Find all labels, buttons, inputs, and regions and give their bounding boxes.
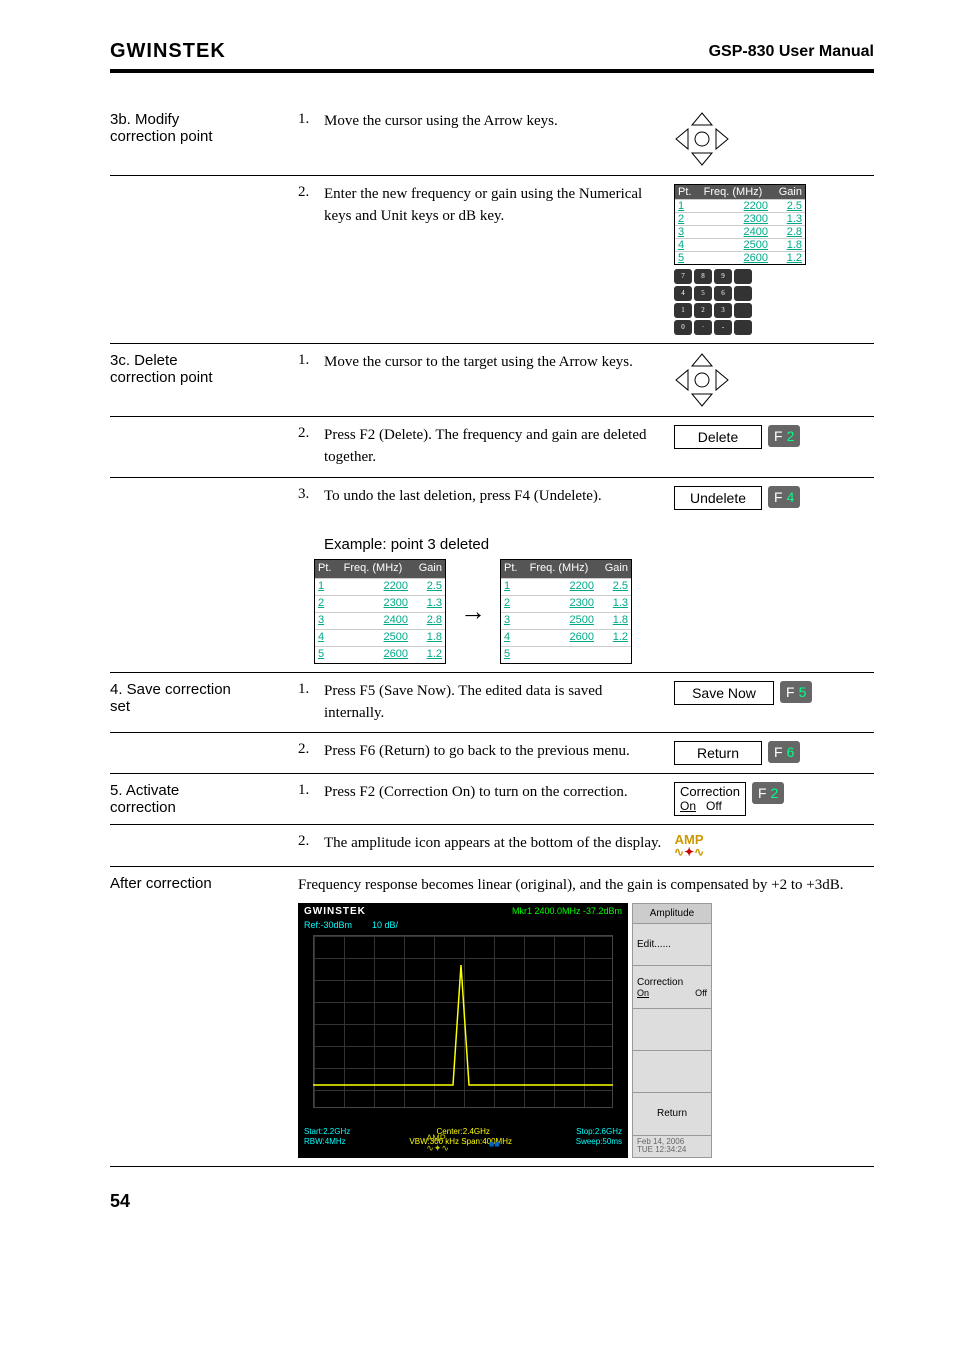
- step-number: 2.: [298, 425, 324, 442]
- scope-side-menu: Amplitude Edit...... Correction OnOff Re…: [632, 903, 712, 1158]
- brand-logo: GWINSTEK: [110, 40, 226, 63]
- scope-div: 10 dB/: [372, 920, 398, 930]
- step-number: 2.: [298, 184, 324, 201]
- menu-return[interactable]: Return: [633, 1093, 711, 1135]
- arrow-keys-icon: [674, 352, 730, 408]
- step-text: Press F2 (Delete). The frequency and gai…: [324, 425, 674, 469]
- scope-brand: GWINSTEK: [304, 906, 366, 917]
- menu-blank: [633, 1009, 711, 1051]
- sec-5-step1: 5. Activate correction 1. Press F2 (Corr…: [110, 774, 874, 825]
- sec-3c-step2: 2. Press F2 (Delete). The frequency and …: [110, 417, 874, 478]
- sec-5-heading: 5. Activate correction: [110, 782, 298, 816]
- menu-amplitude[interactable]: Amplitude: [633, 904, 711, 924]
- menu-edit[interactable]: Edit......: [633, 924, 711, 966]
- f2-key[interactable]: F2: [752, 782, 784, 804]
- sec-4-step2: 2. Press F6 (Return) to go back to the p…: [110, 733, 874, 774]
- menu-blank: [633, 1051, 711, 1093]
- col-freq: Freq. (MHz): [698, 186, 768, 198]
- step-number: 3.: [298, 486, 324, 503]
- sec-5-step2: 2. The amplitude icon appears at the bot…: [110, 825, 874, 867]
- f4-key[interactable]: F4: [768, 486, 800, 508]
- step-number: 2.: [298, 833, 324, 850]
- sec-3c-step1: 3c. Delete correction point 1. Move the …: [110, 344, 874, 417]
- step-text: Move the cursor using the Arrow keys.: [324, 111, 674, 133]
- col-pt: Pt.: [678, 186, 698, 198]
- before-table: Pt.Freq. (MHz)Gain 122002.5 223001.3 324…: [314, 559, 446, 664]
- scope-screenshot: GWINSTEK Mkr1 2400.0MHz -37.2dBm Ref:-30…: [298, 903, 874, 1158]
- step-number: 1.: [298, 681, 324, 698]
- correction-softkey[interactable]: Correction On Off: [674, 782, 746, 815]
- step-text: Move the cursor to the target using the …: [324, 352, 674, 374]
- f2-key[interactable]: F2: [768, 425, 800, 447]
- scope-ref: Ref:-30dBm: [304, 920, 352, 930]
- scope-time: TUE 12:34:24: [637, 1146, 707, 1155]
- col-gain: Gain: [768, 186, 802, 198]
- delete-softkey[interactable]: Delete: [674, 425, 762, 449]
- after-correction: After correction Frequency response beco…: [110, 867, 874, 1167]
- amplitude-icon: AMP ∿✦∿: [674, 833, 704, 858]
- save-now-softkey[interactable]: Save Now: [674, 681, 774, 705]
- amp-status-icon: AMP∿✦∿: [426, 1133, 449, 1154]
- sec-4-step1: 4. Save correction set 1. Press F5 (Save…: [110, 673, 874, 734]
- freq-gain-table: Pt. Freq. (MHz) Gain 122002.5 223001.3 3…: [674, 184, 806, 265]
- page-number: 54: [110, 1191, 874, 1212]
- seq-status-icon: ■■: [489, 1139, 500, 1149]
- menu-correction[interactable]: Correction OnOff: [633, 966, 711, 1008]
- step-number: 1.: [298, 782, 324, 799]
- step-text: To undo the last deletion, press F4 (Und…: [324, 486, 674, 508]
- sec-3b-heading: 3b. Modify correction point: [110, 111, 298, 145]
- numeric-keypad-icon: 789 456 123 0·-: [674, 269, 752, 335]
- example-title: Example: point 3 deleted: [324, 534, 864, 556]
- arrow-right-icon: →: [460, 593, 486, 631]
- step-text: The amplitude icon appears at the bottom…: [324, 833, 674, 855]
- manual-title: GSP-830 User Manual: [709, 43, 874, 61]
- sec-3b-step2: 2. Enter the new frequency or gain using…: [110, 176, 874, 344]
- undelete-softkey[interactable]: Undelete: [674, 486, 762, 510]
- after-text: Frequency response becomes linear (origi…: [298, 875, 874, 897]
- step-text: Enter the new frequency or gain using th…: [324, 184, 674, 228]
- sec-3c-heading: 3c. Delete correction point: [110, 352, 298, 386]
- step-number: 1.: [298, 111, 324, 128]
- f6-key[interactable]: F6: [768, 741, 800, 763]
- step-number: 2.: [298, 741, 324, 758]
- scope-marker: Mkr1 2400.0MHz -37.2dBm: [512, 906, 622, 917]
- return-softkey[interactable]: Return: [674, 741, 762, 765]
- step-text: Press F6 (Return) to go back to the prev…: [324, 741, 674, 763]
- sec-3c-example: Example: point 3 deleted Pt.Freq. (MHz)G…: [110, 518, 874, 673]
- sec-3b-step1: 3b. Modify correction point 1. Move the …: [110, 103, 874, 176]
- step-number: 1.: [298, 352, 324, 369]
- f5-key[interactable]: F5: [780, 681, 812, 703]
- arrow-keys-icon: [674, 111, 730, 167]
- step-text: Press F2 (Correction On) to turn on the …: [324, 782, 674, 804]
- after-table: Pt.Freq. (MHz)Gain 122002.5 223001.3 325…: [500, 559, 632, 664]
- step-text: Press F5 (Save Now). The edited data is …: [324, 681, 674, 725]
- page-header: GWINSTEK GSP-830 User Manual: [110, 40, 874, 73]
- sec-4-heading: 4. Save correction set: [110, 681, 298, 715]
- sec-3c-step3: 3. To undo the last deletion, press F4 (…: [110, 478, 874, 518]
- after-heading: After correction: [110, 875, 298, 892]
